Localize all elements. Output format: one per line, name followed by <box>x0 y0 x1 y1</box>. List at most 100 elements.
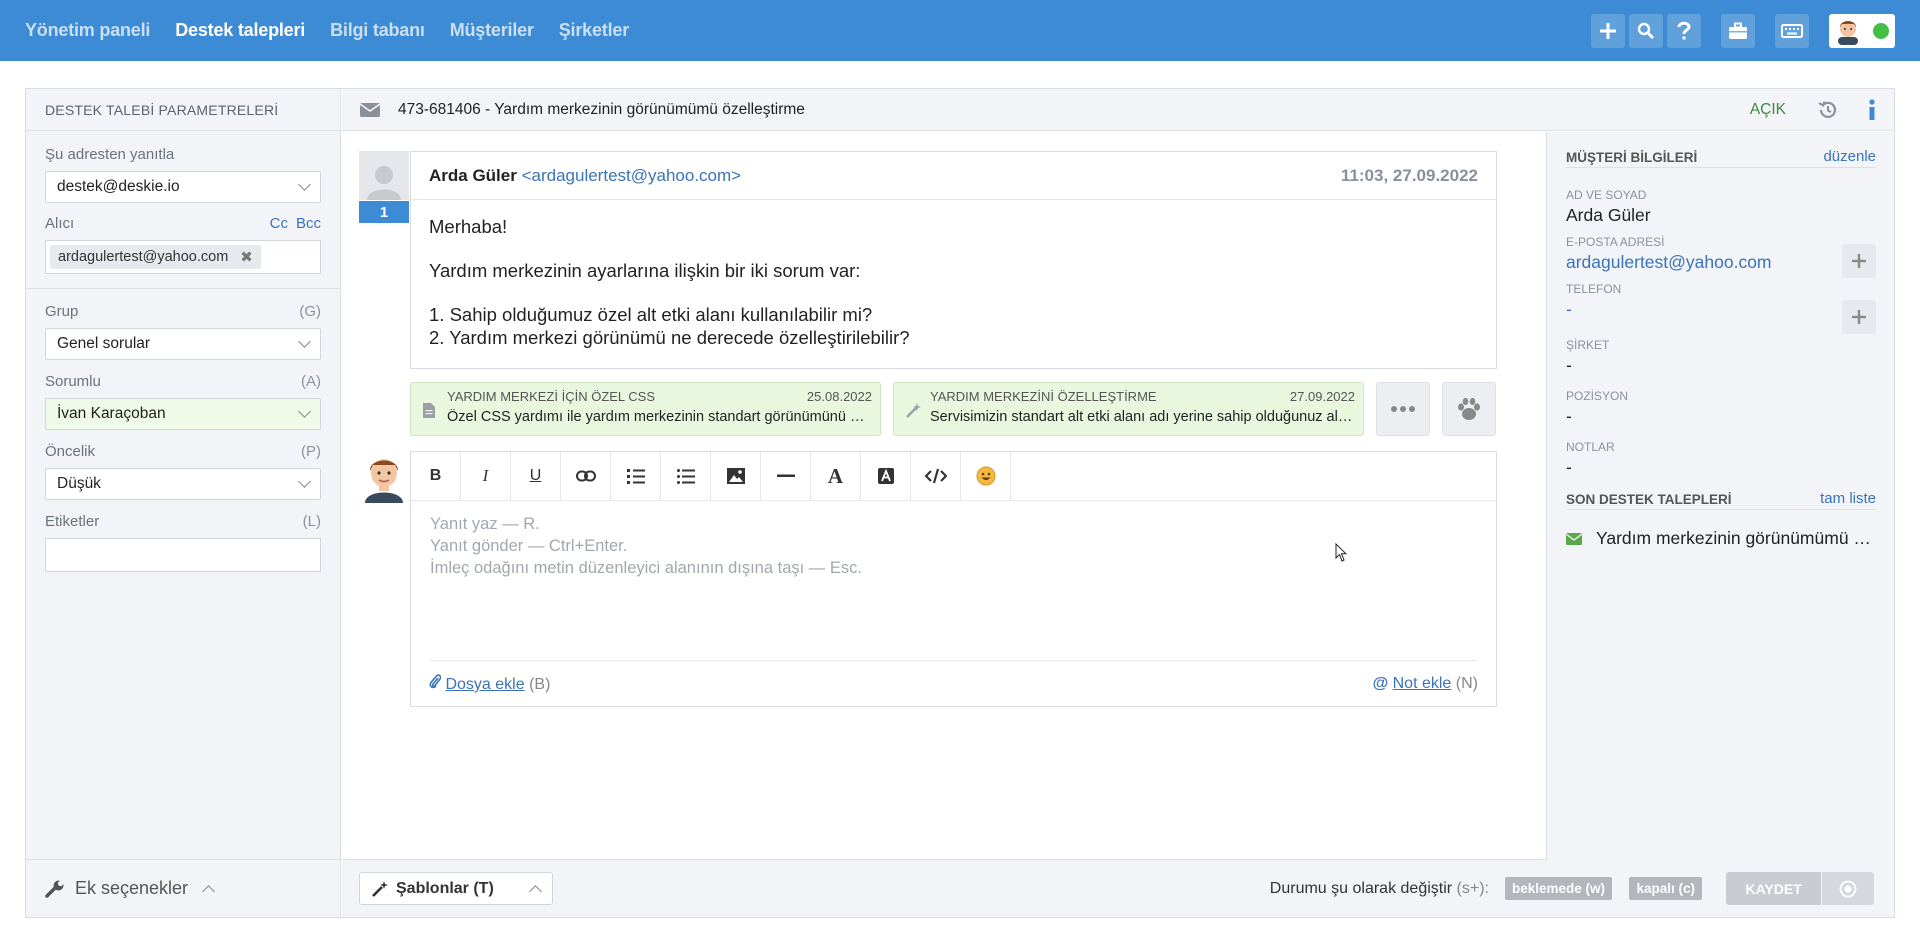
bold-button[interactable]: B <box>411 452 461 500</box>
kb-article-card[interactable]: YARDIM MERKEZİNİ ÖZELLEŞTİRME 27.09.2022 … <box>893 382 1364 436</box>
wrench-icon <box>45 880 64 898</box>
bullet-list-button[interactable] <box>661 452 711 500</box>
owner-select[interactable]: İvan Karaçoban <box>45 398 321 430</box>
font-color-icon <box>877 468 894 484</box>
avatar <box>1838 21 1858 45</box>
attach-file-link[interactable]: Dosya ekle <box>445 676 524 693</box>
ellipsis-icon <box>1391 406 1415 412</box>
reply-from-select[interactable]: destek@deskie.io <box>45 171 321 203</box>
help-button[interactable] <box>1667 14 1701 48</box>
attach-file-row: Dosya ekle (B) <box>429 673 550 694</box>
sender-email[interactable]: <ardagulertest@yahoo.com> <box>522 166 742 185</box>
ticket-status[interactable]: AÇIK <box>1750 101 1786 119</box>
company-label: ŞİRKET <box>1566 338 1610 352</box>
priority-select[interactable]: Düşük <box>45 468 321 500</box>
more-options-toggle[interactable]: Ek seçenekler <box>26 859 340 917</box>
ticket-footer: Şablonlar (T) Durumu şu olarak değiştir … <box>342 859 1894 917</box>
email-label: E-POSTA ADRESİ <box>1566 235 1665 249</box>
nav-companies[interactable]: Şirketler <box>559 20 629 41</box>
kb-suggestions: YARDIM MERKEZİ İÇİN ÖZEL CSS 25.08.2022 Ö… <box>410 382 1497 436</box>
question-icon <box>1677 21 1691 40</box>
agent-avatar-icon <box>365 459 403 503</box>
full-list-link[interactable]: tam liste <box>1820 490 1876 507</box>
magic-wand-icon <box>906 403 921 418</box>
notes-label: NOTLAR <box>1566 440 1615 454</box>
emoji-icon <box>976 466 995 486</box>
history-button[interactable] <box>1806 89 1850 131</box>
document-icon <box>423 403 435 418</box>
search-button[interactable] <box>1629 14 1663 48</box>
recent-ticket-item[interactable]: Yardım merkezinin görünümümü özelleştirm… <box>1566 528 1876 549</box>
group-select[interactable]: Genel sorular <box>45 328 321 360</box>
add-note-link[interactable]: Not ekle <box>1393 675 1452 692</box>
ticket-title: 473-681406 - Yardım merkezinin görünümüm… <box>398 100 805 118</box>
briefcase-button[interactable] <box>1721 14 1755 48</box>
briefcase-icon <box>1729 22 1747 39</box>
chevron-down-icon <box>298 335 311 348</box>
chevron-up-icon <box>529 884 542 898</box>
image-icon <box>726 468 745 484</box>
bcc-link[interactable]: Bcc <box>296 215 321 232</box>
cc-link[interactable]: Cc <box>270 215 288 232</box>
nav-knowledge-base[interactable]: Bilgi tabanı <box>330 20 425 41</box>
code-icon <box>924 468 947 484</box>
add-button[interactable] <box>1591 14 1625 48</box>
info-button[interactable] <box>1850 89 1894 131</box>
top-navbar: Yönetim paneli Destek talepleri Bilgi ta… <box>0 0 1920 61</box>
sender-avatar <box>359 151 409 200</box>
nav-tickets[interactable]: Destek talepleri <box>175 20 305 41</box>
reply-from-label: Şu adresten yanıtla <box>45 146 175 163</box>
status-pending-button[interactable]: beklemede (w) <box>1504 877 1612 900</box>
link-button[interactable] <box>561 452 611 500</box>
chevron-down-icon <box>298 178 311 191</box>
underline-icon: U <box>529 467 542 484</box>
image-button[interactable] <box>711 452 761 500</box>
horizontal-rule-button[interactable] <box>761 452 811 500</box>
customer-phone[interactable]: - <box>1566 299 1876 320</box>
nav-customers[interactable]: Müşteriler <box>450 20 534 41</box>
save-button[interactable]: KAYDET <box>1726 872 1822 905</box>
italic-button[interactable]: I <box>461 452 511 500</box>
font-color-button[interactable] <box>861 452 911 500</box>
add-email-button[interactable] <box>1842 244 1876 278</box>
group-label-row: Grup (G) <box>45 303 321 320</box>
owner-label-row: Sorumlu (A) <box>45 373 321 390</box>
agent-avatar <box>361 451 407 503</box>
save-options-button[interactable] <box>1822 872 1874 905</box>
at-icon: @ <box>1372 674 1389 692</box>
ticket-frame: DESTEK TALEBİ PARAMETRELERİ Şu adresten … <box>25 88 1895 918</box>
user-menu[interactable] <box>1829 14 1895 48</box>
chevron-down-icon <box>298 405 311 418</box>
message-sender: Arda Güler <ardagulertest@yahoo.com> <box>429 165 742 185</box>
user-placeholder-icon <box>367 166 401 200</box>
message-number: 1 <box>359 201 409 223</box>
customer-email[interactable]: ardagulertest@yahoo.com <box>1566 252 1876 273</box>
keyboard-button[interactable] <box>1775 14 1809 48</box>
position-label: POZİSYON <box>1566 389 1629 403</box>
name-label: AD VE SOYAD <box>1566 188 1647 202</box>
more-suggestions-button[interactable] <box>1376 382 1430 436</box>
italic-icon: I <box>482 466 489 485</box>
reply-textarea[interactable]: Yanıt yaz — R. Yanıt gönder — Ctrl+Enter… <box>411 501 1496 591</box>
message-card: Arda Güler <ardagulertest@yahoo.com> 11:… <box>410 151 1497 369</box>
status-closed-button[interactable]: kapalı (c) <box>1629 877 1702 900</box>
paperclip-icon <box>429 674 442 689</box>
ordered-list-button[interactable] <box>611 452 661 500</box>
divider <box>26 288 340 289</box>
customer-position: - <box>1566 406 1572 426</box>
paw-button[interactable] <box>1442 382 1496 436</box>
emoji-button[interactable] <box>961 452 1011 500</box>
kb-article-card[interactable]: YARDIM MERKEZİ İÇİN ÖZEL CSS 25.08.2022 Ö… <box>410 382 881 436</box>
templates-button[interactable]: Şablonlar (T) <box>359 872 553 905</box>
code-button[interactable] <box>911 452 961 500</box>
add-phone-button[interactable] <box>1842 300 1876 334</box>
nav-dashboard[interactable]: Yönetim paneli <box>25 20 150 41</box>
tags-input[interactable] <box>45 538 321 572</box>
edit-customer-link[interactable]: düzenle <box>1823 148 1876 165</box>
remove-tag-icon[interactable]: ✖ <box>240 248 253 266</box>
chevron-up-icon <box>202 884 215 898</box>
font-size-button[interactable]: A <box>811 452 861 500</box>
recipient-label-row: Alıcı Cc Bcc <box>45 215 321 232</box>
underline-button[interactable]: U <box>511 452 561 500</box>
recipient-input[interactable]: ardagulertest@yahoo.com ✖ <box>45 240 321 274</box>
